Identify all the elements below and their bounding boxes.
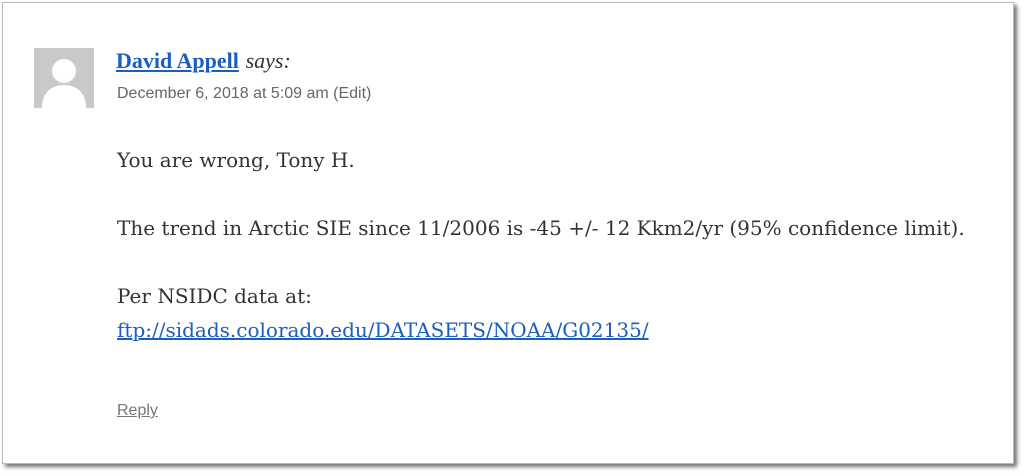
per-nsidc-text: Per NSIDC data at: [117,284,312,308]
comment-paragraph-1: You are wrong, Tony H. [117,148,355,172]
author-link[interactable]: David Appell [116,48,239,73]
default-user-avatar-icon [34,48,94,108]
comment-paragraph-2: The trend in Arctic SIE since 11/2006 is… [117,216,965,240]
nsidc-data-link[interactable]: ftp://sidads.colorado.edu/DATASETS/NOAA/… [117,318,649,342]
comment-date-link[interactable]: December 6, 2018 at 5:09 am [117,85,329,102]
says-label: says: [245,48,291,73]
reply-link[interactable]: Reply [117,402,158,420]
comment-author: David Appell says: [116,45,291,77]
edit-link[interactable]: (Edit) [333,85,371,102]
comment-content: You are wrong, Tony H. The trend in Arct… [117,143,967,381]
comment-meta: December 6, 2018 at 5:09 am (Edit) [117,85,371,103]
comment-paragraph-3: Per NSIDC data at: ftp://sidads.colorado… [117,279,967,347]
comment-card: David Appell says: December 6, 2018 at 5… [2,2,1014,464]
